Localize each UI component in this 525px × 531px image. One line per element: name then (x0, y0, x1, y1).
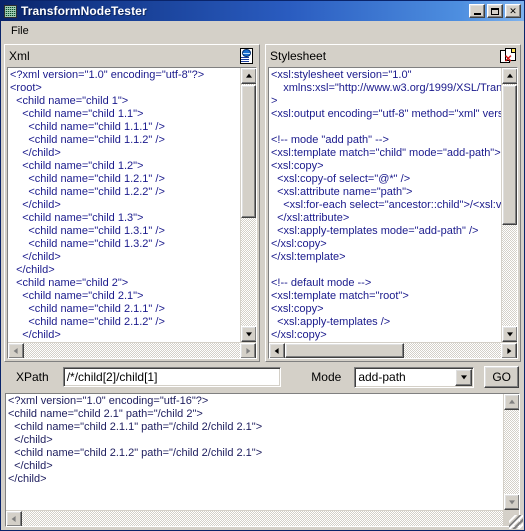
output-code-text: <?xml version="1.0" encoding="utf-16"?> … (8, 395, 263, 485)
xml-vertical-scrollbar[interactable] (240, 68, 256, 342)
xml-document-globe-icon[interactable] (239, 47, 256, 65)
stylesheet-scroll-right-button[interactable] (501, 343, 517, 358)
stylesheet-vscroll-thumb[interactable] (502, 85, 517, 226)
stylesheet-vscroll-track[interactable] (502, 84, 517, 326)
minimize-button[interactable] (469, 4, 485, 18)
stylesheet-horizontal-scrollbar[interactable] (269, 342, 517, 358)
main-window: TransformNodeTester ✕ File Xml <?xml ver… (0, 0, 525, 531)
chevron-down-icon[interactable] (455, 368, 473, 386)
window-controls: ✕ (469, 4, 521, 18)
stylesheet-hscroll-thumb[interactable] (285, 343, 404, 358)
menu-bar: File (1, 21, 524, 41)
stylesheet-panel-title: Stylesheet (270, 49, 327, 63)
stylesheet-scroll-down-button[interactable] (502, 326, 517, 342)
output-code-area[interactable]: <?xml version="1.0" encoding="utf-16"?> … (6, 394, 503, 510)
stylesheet-panel-header: Stylesheet ✕ (266, 45, 520, 67)
stylesheet-hscroll-track[interactable] (285, 343, 501, 358)
stylesheet-editor[interactable]: <xsl:stylesheet version="1.0" xmlns:xsl=… (268, 67, 518, 359)
application-window-root: TransformNodeTester ✕ File Xml <?xml ver… (0, 0, 525, 531)
output-horizontal-scrollbar[interactable] (6, 510, 519, 526)
menu-item-file[interactable]: File (5, 23, 35, 39)
xpath-input[interactable]: /*/child[2]/child[1] (62, 367, 281, 387)
output-hscroll-track[interactable] (22, 511, 503, 526)
xml-scroll-left-button[interactable] (8, 343, 24, 358)
go-button[interactable]: GO (484, 366, 519, 388)
stylesheet-vertical-scrollbar[interactable] (501, 68, 517, 342)
xml-horizontal-scrollbar[interactable] (8, 342, 256, 358)
xml-scroll-up-button[interactable] (241, 68, 256, 84)
stylesheet-editor-body: <xsl:stylesheet version="1.0" xmlns:xsl=… (269, 68, 517, 342)
stylesheet-code-area[interactable]: <xsl:stylesheet version="1.0" xmlns:xsl=… (269, 68, 501, 342)
title-bar: TransformNodeTester ✕ (1, 1, 524, 21)
output-panel: <?xml version="1.0" encoding="utf-16"?> … (5, 393, 520, 527)
stylesheet-scroll-up-button[interactable] (502, 68, 517, 84)
client-area: Xml <?xml version="1.0" encoding="utf-8"… (1, 41, 524, 530)
close-button[interactable]: ✕ (505, 4, 521, 18)
window-title: TransformNodeTester (21, 4, 147, 18)
output-vscroll-track[interactable] (504, 410, 519, 494)
output-editor-body: <?xml version="1.0" encoding="utf-16"?> … (6, 394, 519, 510)
xpath-label: XPath (16, 370, 49, 384)
output-scroll-left-button[interactable] (6, 511, 22, 526)
stylesheet-scroll-left-button[interactable] (269, 343, 285, 358)
output-scroll-up-button[interactable] (504, 394, 519, 410)
stylesheet-panel: Stylesheet ✕ <xsl:stylesheet version="1.… (265, 44, 521, 362)
output-editor[interactable]: <?xml version="1.0" encoding="utf-16"?> … (5, 393, 520, 527)
output-vertical-scrollbar[interactable] (503, 394, 519, 510)
mode-select-value: add-path (358, 370, 406, 384)
query-controls-row: XPath /*/child[2]/child[1] Mode add-path… (4, 362, 521, 392)
xml-scroll-right-button[interactable] (240, 343, 256, 358)
xml-hscroll-track[interactable] (24, 343, 240, 358)
editors-row: Xml <?xml version="1.0" encoding="utf-8"… (4, 44, 521, 362)
stylesheet-code-text: <xsl:stylesheet version="1.0" xmlns:xsl=… (271, 69, 501, 341)
xml-scroll-down-button[interactable] (241, 326, 256, 342)
stylesheet-document-x-icon[interactable]: ✕ (500, 47, 517, 65)
xml-code-area[interactable]: <?xml version="1.0" encoding="utf-8"?> <… (8, 68, 240, 342)
xml-panel-header: Xml (5, 45, 259, 67)
xml-editor-body: <?xml version="1.0" encoding="utf-8"?> <… (8, 68, 256, 342)
mode-select[interactable]: add-path (354, 366, 475, 388)
xml-editor[interactable]: <?xml version="1.0" encoding="utf-8"?> <… (7, 67, 257, 359)
xml-vscroll-thumb[interactable] (241, 85, 256, 219)
xml-panel-title: Xml (9, 49, 30, 63)
xml-panel: Xml <?xml version="1.0" encoding="utf-8"… (4, 44, 260, 362)
xml-code-text: <?xml version="1.0" encoding="utf-8"?> <… (10, 69, 205, 341)
maximize-button[interactable] (487, 4, 503, 18)
output-scroll-down-button[interactable] (504, 494, 519, 510)
app-grid-icon (4, 4, 17, 18)
xml-vscroll-track[interactable] (241, 84, 256, 326)
mode-label: Mode (311, 370, 342, 384)
